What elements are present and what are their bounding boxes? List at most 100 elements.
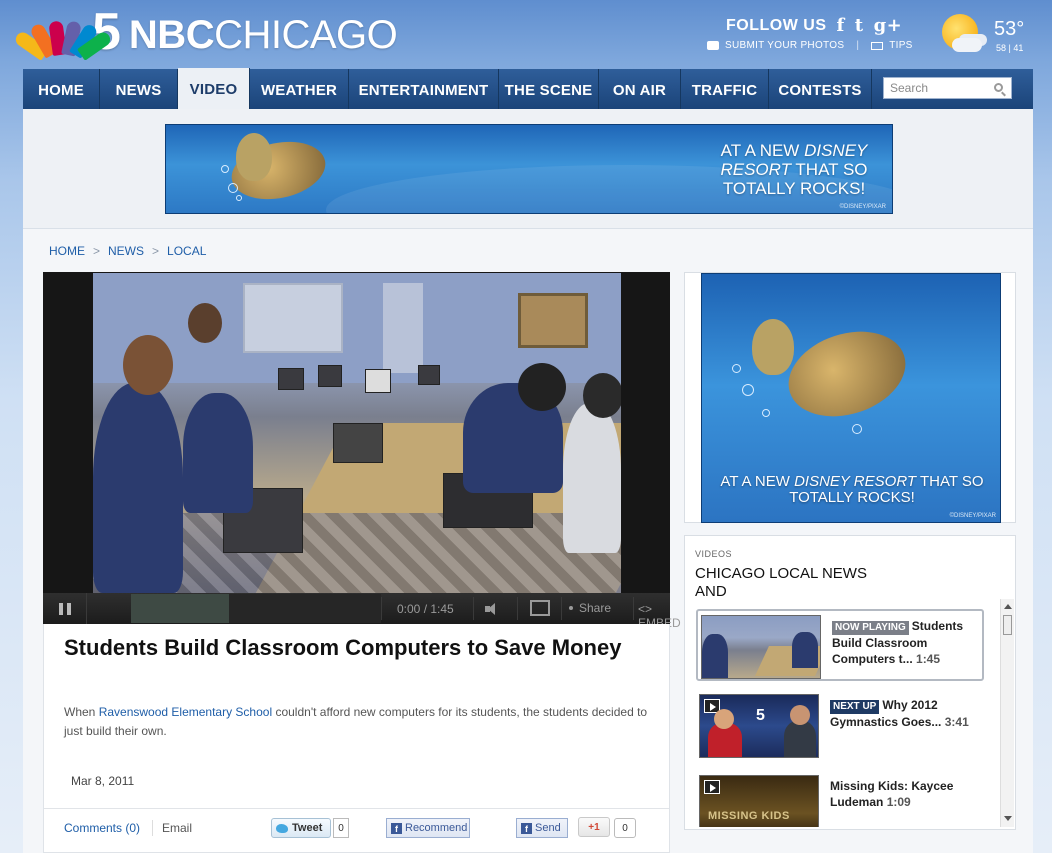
nav-entertainment[interactable]: ENTERTAINMENT [349,69,499,109]
plus-one-button[interactable]: +1 [578,817,610,837]
divider: | [856,40,860,51]
breadcrumb-separator: > [93,244,101,258]
nav-the-scene[interactable]: THE SCENE [499,69,599,109]
playlist-item-duration: 1:45 [916,652,941,666]
playlist-item[interactable]: 5 NEXT UP Why 2012 Gymnastics Goes... 3:4… [696,690,984,762]
thumbnail-text: MISSING KIDS [708,810,790,822]
next-up-badge: NEXT UP [830,700,880,714]
frame-student [563,403,621,553]
brand-light: CHICAGO [214,12,398,57]
fullscreen-icon[interactable] [530,600,550,616]
rad-line1-post: THAT SO [916,473,984,490]
ad-line3: TOTALLY ROCKS! [722,179,866,198]
search-icon[interactable] [994,83,1003,92]
player-controls: 0:00 / 1:45 Share <> EMBED [43,593,681,630]
frame-student-head [123,335,173,395]
facebook-icon[interactable]: f [836,15,844,36]
recommend-label: Recommend [405,822,468,834]
frame-student-head [188,303,222,343]
progress-bar[interactable] [131,594,381,623]
brand-bold: NBC [128,12,215,57]
scroll-up-icon[interactable] [1004,604,1012,609]
tweet-label: Tweet [292,822,323,834]
submit-photos-link[interactable]: SUBMIT YOUR PHOTOS [725,40,844,51]
ad-line2: THAT SO [791,160,868,179]
weather-widget[interactable]: 53° 58 | 41 [938,12,1038,58]
envelope-icon [871,41,884,50]
bubble [732,364,741,373]
nav-video[interactable]: VIDEO [178,68,250,109]
google-plus-icon[interactable]: g+ [874,15,903,36]
twitter-icon[interactable]: t [855,15,864,36]
tips-link[interactable]: TIPS [889,40,912,51]
video-frame[interactable] [93,273,621,593]
ravenswood-link[interactable]: Ravenswood Elementary School [99,705,272,719]
plus-one-label: +1 [588,821,600,833]
buffered-bar [131,594,229,623]
plus-one-count: 0 [614,818,636,838]
breadcrumb-news[interactable]: NEWS [108,244,144,258]
bubble [228,183,238,193]
comments-link[interactable]: Comments (0) [64,821,140,835]
ad-line2-em: RESORT [720,160,791,179]
peacock-icon [13,15,113,61]
nav-home[interactable]: HOME [23,69,100,109]
playlist-item[interactable]: NOW PLAYING Students Build Classroom Comp… [696,609,984,681]
breadcrumb-local[interactable]: LOCAL [167,244,206,258]
rad-line1-em: DISNEY RESORT [794,473,917,490]
share-label: Share [579,601,612,615]
nav-contests[interactable]: CONTESTS [769,69,872,109]
tweet-button[interactable]: Tweet [271,818,331,838]
article-description: When Ravenswood Elementary School couldn… [64,703,654,741]
email-link[interactable]: Email [162,821,192,835]
recommend-button[interactable]: f Recommend [386,818,470,838]
playlist-item-meta: NOW PLAYING Students Build Classroom Comp… [832,618,982,667]
pause-button[interactable] [43,593,87,624]
scroll-thumb[interactable] [1003,615,1012,635]
playlist-scrollbar[interactable] [1000,599,1014,827]
search-input[interactable]: Search [883,77,1012,99]
volume-icon[interactable] [485,602,505,616]
playlist-item-meta: Missing Kids: Kaycee Ludeman 1:09 [830,778,980,810]
playlist-item-duration: 3:41 [944,715,969,729]
frame-monitor [318,365,342,387]
videos-title: CHICAGO LOCAL NEWS AND [695,565,867,598]
bubble [852,424,862,434]
nav-news[interactable]: NEWS [100,69,178,109]
send-button[interactable]: f Send [516,818,568,838]
nbc-chicago-logo[interactable]: 5 NBCCHICAGO [13,6,398,61]
frame-monitor [278,368,304,390]
scroll-down-icon[interactable] [1004,816,1012,821]
breadcrumb-home[interactable]: HOME [49,244,85,258]
time-display: 0:00 / 1:45 [397,602,454,616]
videos-label: VIDEOS [695,549,733,559]
share-button[interactable]: Share [569,601,611,615]
playlist-item[interactable]: MISSING KIDS Missing Kids: Kaycee Ludema… [696,771,984,827]
nbc-5-logo: 5 [756,707,765,724]
nav-on-air[interactable]: ON AIR [599,69,681,109]
playlist-item-duration: 1:09 [886,795,911,809]
nav-weather[interactable]: WEATHER [250,69,349,109]
right-ad-text: AT A NEW DISNEY RESORT THAT SO TOTALLY R… [702,473,1000,506]
facebook-icon: f [391,822,402,834]
frame-monitor [365,369,391,393]
facebook-icon: f [521,822,532,834]
share-icon [569,606,573,610]
divider [561,597,562,620]
frame-door [383,283,423,373]
brand-name: NBCCHICAGO [128,12,398,58]
turtle-image [777,317,917,431]
divider [44,808,669,809]
breadcrumb: HOME > NEWS > LOCAL [49,244,206,258]
playlist-item-meta: NEXT UP Why 2012 Gymnastics Goes... 3:41 [830,697,980,730]
right-ad[interactable]: AT A NEW DISNEY RESORT THAT SO TOTALLY R… [701,273,1001,523]
article-headline: Students Build Classroom Computers to Sa… [64,635,622,660]
ad-credit: ©DISNEY/PIXAR [839,204,886,210]
ad-line1: AT A NEW [720,141,805,160]
rad-line2: TOTALLY ROCKS! [789,489,915,506]
banner-ad[interactable]: AT A NEW DISNEY RESORT THAT SO TOTALLY R… [165,124,893,214]
video-thumbnail [701,615,821,679]
follow-label: FOLLOW US [726,16,827,34]
play-icon [704,780,720,794]
nav-traffic[interactable]: TRAFFIC [681,69,769,109]
